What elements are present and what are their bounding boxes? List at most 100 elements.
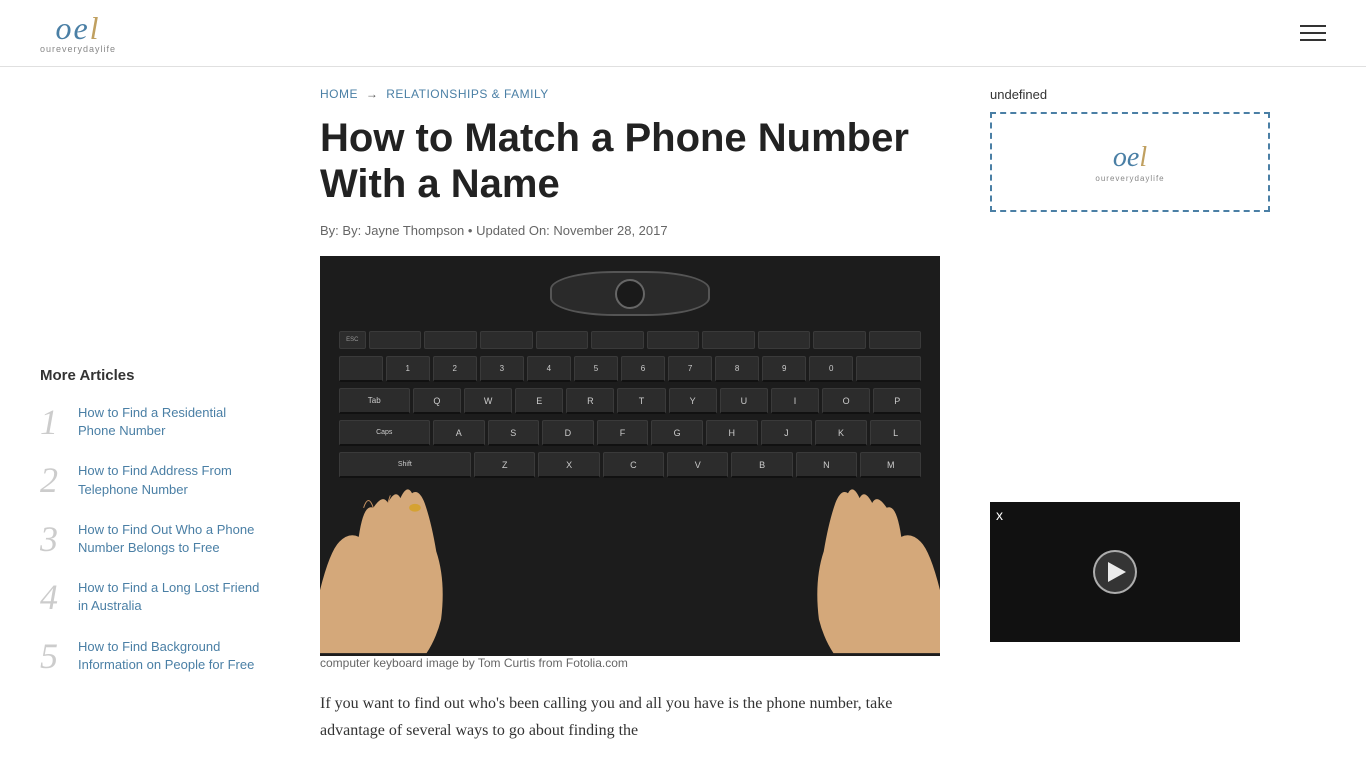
key-p: P: [873, 388, 921, 414]
key-9: 9: [762, 356, 806, 382]
article-number-2: 2: [40, 462, 68, 498]
key-f7: [702, 331, 755, 349]
site-header: oel oureverydaylife: [0, 0, 1366, 67]
hamburger-line-2: [1300, 32, 1326, 34]
key-0: 0: [809, 356, 853, 382]
key-f2: [424, 331, 477, 349]
byline: By: By: Jayne Thompson • Updated On: Nov…: [320, 223, 940, 238]
key-backspace: [856, 356, 921, 382]
hamburger-line-3: [1300, 39, 1326, 41]
logo-subtext: oureverydaylife: [40, 44, 116, 54]
article-body-text: If you want to find out who's been calli…: [320, 690, 940, 744]
key-w: W: [464, 388, 512, 414]
article-number-1: 1: [40, 404, 68, 440]
number-key-row: 1 2 3 4 5 6 7 8 9 0: [339, 356, 922, 382]
key-caps: Caps: [339, 420, 430, 446]
byline-separator: •: [464, 223, 476, 238]
key-j: J: [761, 420, 813, 446]
key-f4: [536, 331, 589, 349]
article-link-5[interactable]: How to Find Background Information on Pe…: [78, 638, 260, 674]
byline-by: By:: [320, 223, 342, 238]
byline-updated: Updated On:: [476, 223, 553, 238]
article-body: If you want to find out who's been calli…: [320, 690, 940, 744]
article-number-5: 5: [40, 638, 68, 674]
qwerty-row: Tab Q W E R T Y U I O P: [339, 388, 922, 414]
byline-author: By: Jayne Thompson: [342, 223, 464, 238]
hands-svg: [320, 471, 940, 656]
play-triangle-icon: [1108, 562, 1126, 582]
article-title: How to Match a Phone Number With a Name: [320, 115, 940, 207]
article-link-3[interactable]: How to Find Out Who a Phone Number Belon…: [78, 521, 260, 557]
key-5: 5: [574, 356, 618, 382]
video-player: x: [990, 502, 1240, 642]
key-1: 1: [386, 356, 430, 382]
hands-layer: [320, 471, 940, 656]
byline-date: November 28, 2017: [553, 223, 667, 238]
main-content: HOME → RELATIONSHIPS & FAMILY How to Mat…: [290, 67, 970, 764]
site-logo[interactable]: oel oureverydaylife: [40, 12, 116, 54]
dial-center: [615, 279, 645, 309]
key-o: O: [822, 388, 870, 414]
ad-logo-sub: oureverydaylife: [1095, 174, 1164, 183]
key-7: 7: [668, 356, 712, 382]
list-item: 1 How to Find a Residential Phone Number: [40, 404, 260, 440]
key-y: Y: [669, 388, 717, 414]
breadcrumb: HOME → RELATIONSHIPS & FAMILY: [320, 87, 940, 101]
article-number-4: 4: [40, 579, 68, 615]
article-image: ESC 1: [320, 256, 940, 656]
logo-text: oel: [55, 12, 100, 44]
asdf-row: Caps A S D F G H J K L: [339, 420, 922, 446]
left-sidebar: More Articles 1 How to Find a Residentia…: [0, 67, 290, 764]
article-list: 1 How to Find a Residential Phone Number…: [40, 404, 260, 674]
article-link-2[interactable]: How to Find Address From Telephone Numbe…: [78, 462, 260, 498]
fn-key-row: ESC: [339, 331, 922, 349]
key-q: Q: [413, 388, 461, 414]
key-f8: [758, 331, 811, 349]
hamburger-menu[interactable]: [1300, 25, 1326, 41]
key-tilde: [339, 356, 383, 382]
key-t: T: [617, 388, 665, 414]
ad-logo-container: oel oureverydaylife: [1095, 142, 1164, 183]
undefined-label: undefined: [990, 87, 1260, 102]
key-esc: ESC: [339, 331, 366, 349]
image-caption: computer keyboard image by Tom Curtis fr…: [320, 656, 940, 670]
key-f3: [480, 331, 533, 349]
play-button[interactable]: [1093, 550, 1137, 594]
key-6: 6: [621, 356, 665, 382]
article-number-3: 3: [40, 521, 68, 557]
key-e: E: [515, 388, 563, 414]
right-sidebar: undefined oel oureverydaylife x: [970, 67, 1280, 764]
article-image-container: ESC 1: [320, 256, 940, 670]
key-u: U: [720, 388, 768, 414]
key-g: G: [651, 420, 703, 446]
breadcrumb-home[interactable]: HOME: [320, 87, 358, 101]
breadcrumb-category[interactable]: RELATIONSHIPS & FAMILY: [386, 87, 549, 101]
key-2: 2: [433, 356, 477, 382]
key-f5: [591, 331, 644, 349]
list-item: 5 How to Find Background Information on …: [40, 638, 260, 674]
key-i: I: [771, 388, 819, 414]
key-3: 3: [480, 356, 524, 382]
key-f9: [813, 331, 866, 349]
key-l: L: [870, 420, 922, 446]
keyboard-visual: ESC 1: [320, 256, 940, 656]
key-d: D: [542, 420, 594, 446]
list-item: 2 How to Find Address From Telephone Num…: [40, 462, 260, 498]
ad-placeholder: oel oureverydaylife: [990, 112, 1270, 212]
article-link-1[interactable]: How to Find a Residential Phone Number: [78, 404, 260, 440]
keyboard-dial: [550, 271, 710, 316]
key-f: F: [597, 420, 649, 446]
video-close-button[interactable]: x: [996, 508, 1003, 522]
key-f1: [369, 331, 422, 349]
list-item: 3 How to Find Out Who a Phone Number Bel…: [40, 521, 260, 557]
key-f10: [869, 331, 922, 349]
key-f6: [647, 331, 700, 349]
article-link-4[interactable]: How to Find a Long Lost Friend in Austra…: [78, 579, 260, 615]
ad-logo: oel: [1095, 142, 1164, 174]
key-tab: Tab: [339, 388, 410, 414]
key-k: K: [815, 420, 867, 446]
key-4: 4: [527, 356, 571, 382]
key-a: A: [433, 420, 485, 446]
breadcrumb-arrow: →: [366, 87, 379, 101]
main-container: More Articles 1 How to Find a Residentia…: [0, 67, 1366, 764]
